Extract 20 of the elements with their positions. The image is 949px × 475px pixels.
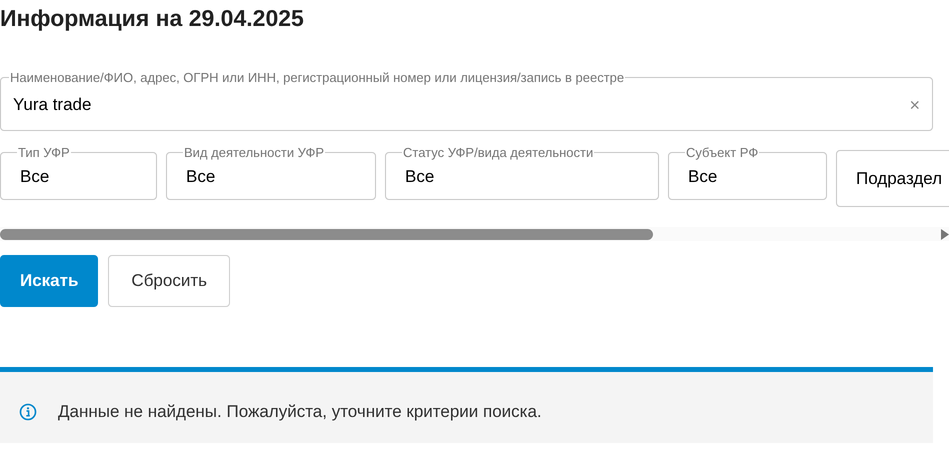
- field-value: Все: [688, 166, 718, 188]
- dropdown-field[interactable]: Подраздел: [836, 150, 949, 207]
- field-value: Все: [20, 166, 50, 188]
- info-icon: [19, 402, 37, 420]
- field-value: Все: [186, 166, 216, 188]
- field-value: Yura trade: [13, 94, 92, 116]
- field-label: Вид деятельности УФР: [183, 144, 326, 162]
- search-button[interactable]: Искать: [0, 255, 98, 307]
- scrollbar-thumb[interactable]: [0, 228, 653, 240]
- field-value: Все: [405, 166, 434, 188]
- reset-button[interactable]: Сбросить: [108, 255, 230, 307]
- page-title: Информация на 29.04.2025: [0, 4, 305, 32]
- field-label: Тип УФР: [17, 144, 71, 162]
- field-label: Статус УФР/вида деятельности: [402, 144, 594, 162]
- scroll-right-icon[interactable]: [940, 228, 949, 240]
- clear-button[interactable]: ×: [909, 96, 920, 114]
- field-label: Наименование/ФИО, адрес, ОГРН или ИНН, регистрационный номер или лицензия/запись в реестре: [9, 69, 626, 87]
- field-value: Подраздел: [856, 168, 942, 190]
- field-label: Субъект РФ: [685, 144, 760, 162]
- alert-message: Данные не найдены. Пожалуйста, уточните критерии поиска.: [58, 400, 542, 423]
